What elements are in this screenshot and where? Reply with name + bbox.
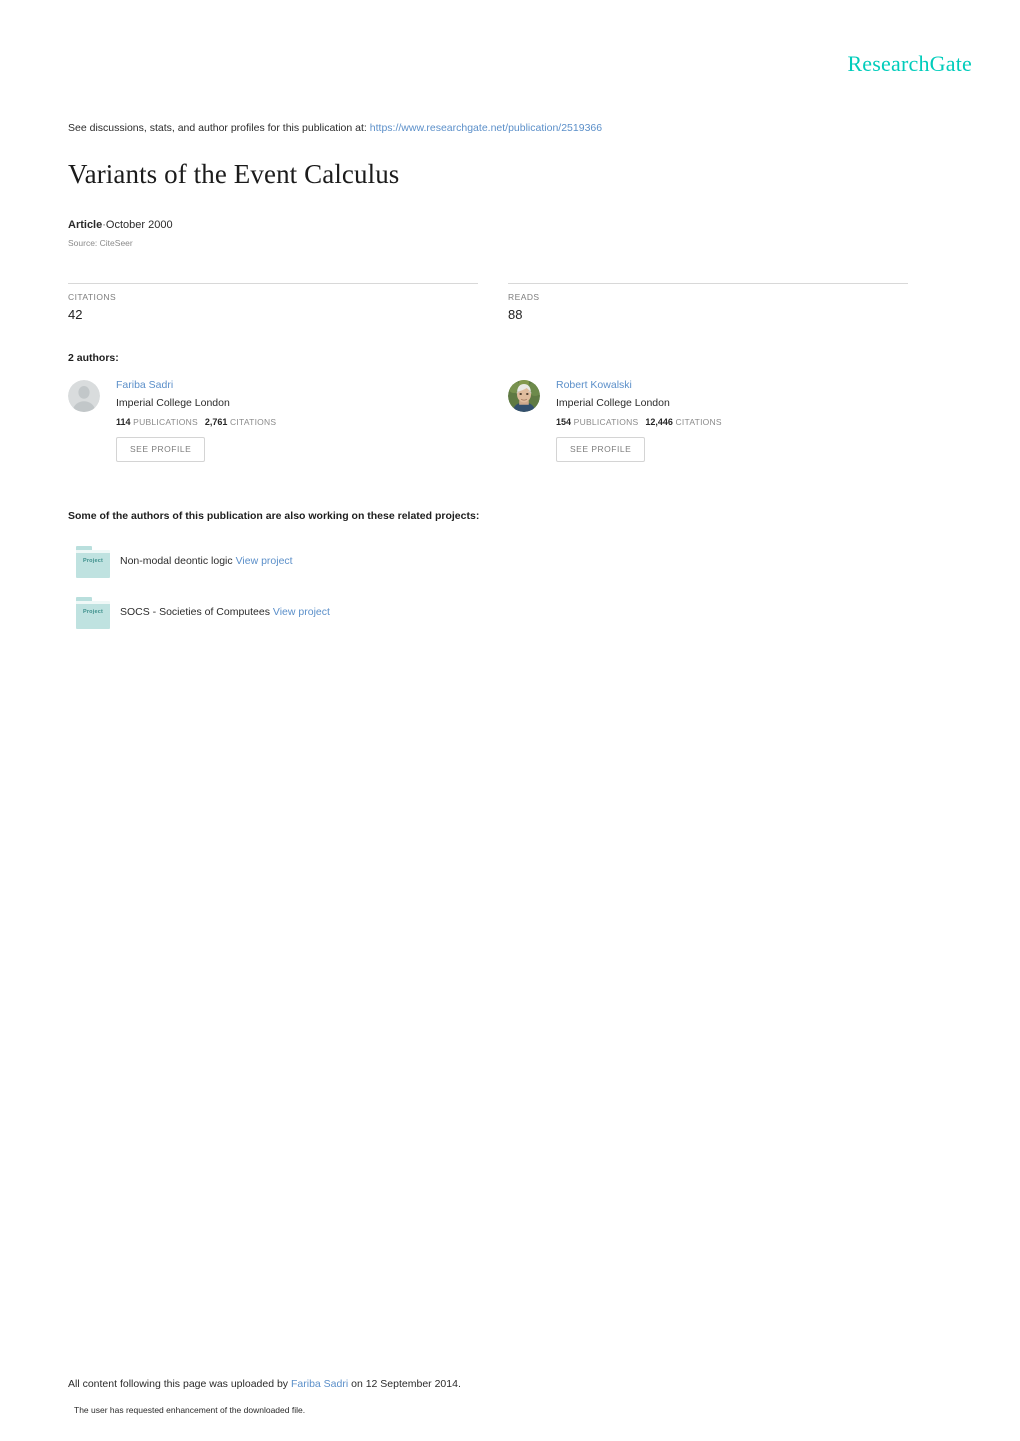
upload-prefix-text: All content following this page was uplo… <box>68 1378 289 1390</box>
stat-value-citations: 42 <box>68 307 83 322</box>
stat-label-citations: CITATIONS <box>68 292 117 302</box>
discussions-prefix-text: See discussions, stats, and author profi… <box>68 122 367 134</box>
discussions-line: See discussions, stats, and author profi… <box>68 121 602 135</box>
stat-citations: CITATIONS 42 <box>68 283 478 323</box>
author-citations-count: 12,446 <box>645 417 673 427</box>
author-name-link[interactable]: Robert Kowalski <box>556 378 928 392</box>
stat-divider <box>508 283 908 284</box>
see-profile-button[interactable]: SEE PROFILE <box>116 437 206 462</box>
footer-note: The user has requested enhancement of th… <box>74 1405 306 1415</box>
avatar <box>68 380 100 412</box>
author-card: Robert Kowalski Imperial College London … <box>508 378 928 462</box>
author-stats: 154 PUBLICATIONS 12,446 CITATIONS <box>556 416 928 428</box>
author-publications-count: 114 <box>116 417 131 427</box>
publication-date: October 2000 <box>105 219 173 231</box>
author-name-link[interactable]: Fariba Sadri <box>116 378 488 392</box>
project-title: SOCS - Societies of Computees <box>120 606 270 618</box>
publication-type: Article <box>68 219 103 231</box>
project-title: Non-modal deontic logic <box>120 555 233 567</box>
author-affiliation: Imperial College London <box>116 397 230 409</box>
author-citations-count: 2,761 <box>204 417 228 427</box>
footer-upload-line: All content following this page was uplo… <box>68 1377 461 1392</box>
stat-divider <box>68 283 478 284</box>
upload-suffix-text: on 12 September 2014. <box>351 1378 461 1390</box>
project-folder-label: Project <box>82 609 104 615</box>
projects-heading: Some of the authors of this publication … <box>68 510 480 522</box>
author-affiliation: Imperial College London <box>556 397 670 409</box>
view-project-link[interactable]: View project <box>273 606 330 618</box>
project-folder-label: Project <box>82 558 104 564</box>
photo-avatar-icon <box>508 380 540 412</box>
author-citations-label: CITATIONS <box>230 417 277 427</box>
researchgate-cover-page: ResearchGate See discussions, stats, and… <box>0 0 1020 1441</box>
stat-label-reads: READS <box>508 292 540 302</box>
see-profile-button[interactable]: SEE PROFILE <box>556 437 646 462</box>
author-citations-label: CITATIONS <box>675 417 722 427</box>
author-body: Robert Kowalski Imperial College London … <box>556 378 928 462</box>
project-folder-icon: Project <box>76 546 110 578</box>
author-publications-count: 154 <box>556 417 572 427</box>
placeholder-avatar-icon <box>68 380 100 412</box>
authors-heading: 2 authors: <box>68 352 119 364</box>
publication-meta: Article·October 2000 <box>68 218 173 233</box>
stat-reads: READS 88 <box>508 283 908 323</box>
project-text: Non-modal deontic logic View project <box>120 554 293 569</box>
project-row: Project SOCS - Societies of Computees Vi… <box>68 597 768 631</box>
stat-value-reads: 88 <box>508 307 523 322</box>
publication-source: Source: CiteSeer <box>68 238 133 248</box>
uploader-link[interactable]: Fariba Sadri <box>291 1378 348 1390</box>
project-text: SOCS - Societies of Computees View proje… <box>120 605 330 620</box>
publication-url-link[interactable]: https://www.researchgate.net/publication… <box>370 122 602 134</box>
researchgate-logo[interactable]: ResearchGate <box>847 51 972 77</box>
page-title: Variants of the Event Calculus <box>68 159 400 189</box>
view-project-link[interactable]: View project <box>236 555 293 567</box>
author-card: Fariba Sadri Imperial College London 114… <box>68 378 488 462</box>
author-publications-label: PUBLICATIONS <box>573 417 639 427</box>
project-folder-icon: Project <box>76 597 110 629</box>
author-stats: 114 PUBLICATIONS 2,761 CITATIONS <box>116 416 488 428</box>
author-publications-label: PUBLICATIONS <box>133 417 198 427</box>
avatar <box>508 380 540 412</box>
project-row: Project Non-modal deontic logic View pro… <box>68 546 768 580</box>
author-body: Fariba Sadri Imperial College London 114… <box>116 378 488 462</box>
